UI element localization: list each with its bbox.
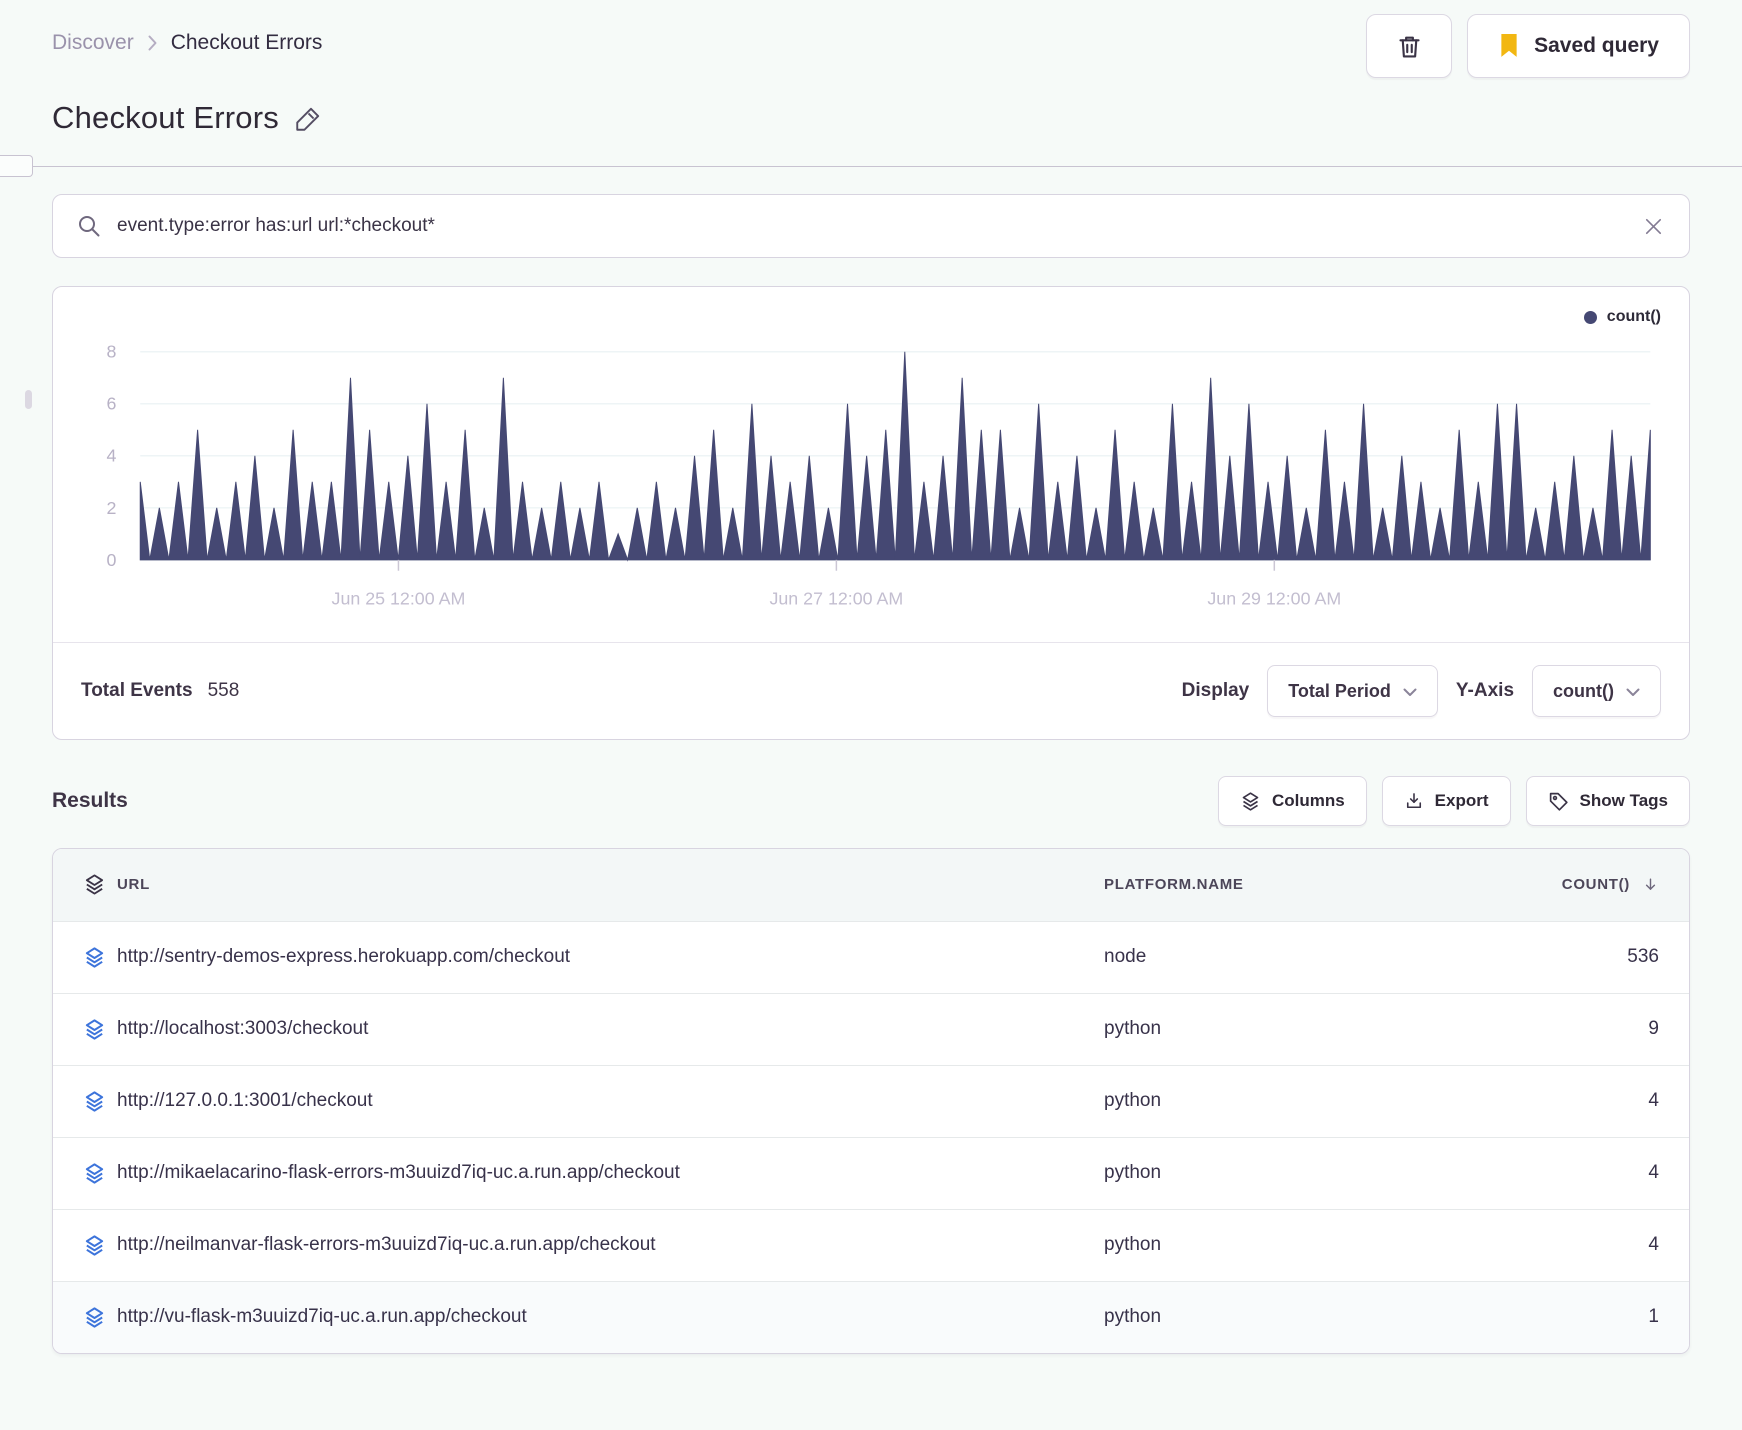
chevron-down-icon <box>1626 688 1640 697</box>
page-title: Checkout Errors <box>52 100 279 135</box>
trash-icon <box>1396 33 1423 60</box>
display-dropdown-value: Total Period <box>1288 680 1391 701</box>
results-header-row: Results Columns Export Show Tags <box>52 776 1690 827</box>
display-dropdown[interactable]: Total Period <box>1267 665 1438 718</box>
table-row: http://neilmanvar-flask-errors-m3uuizd7i… <box>53 1209 1689 1282</box>
column-header-platform[interactable]: PLATFORM.NAME <box>1104 849 1449 921</box>
scrollbar-pill[interactable] <box>25 390 32 409</box>
svg-text:8: 8 <box>107 342 117 362</box>
platform-cell: python <box>1104 1306 1162 1328</box>
table-header-row: URL PLATFORM.NAME COUNT() <box>53 849 1689 922</box>
column-header-url[interactable]: URL <box>117 849 1104 921</box>
count-cell: 536 <box>1627 946 1659 968</box>
delete-query-button[interactable] <box>1366 14 1453 78</box>
columns-button-label: Columns <box>1271 791 1345 811</box>
results-table-card: URL PLATFORM.NAME COUNT() http://sentry-… <box>52 848 1690 1355</box>
row-stack-icon[interactable] <box>83 1162 117 1185</box>
search-input[interactable] <box>117 215 1626 237</box>
breadcrumb-discover-link[interactable]: Discover <box>52 31 134 55</box>
stack-icon <box>1240 791 1261 812</box>
title-row: Checkout Errors <box>52 100 1690 136</box>
svg-text:6: 6 <box>107 394 117 414</box>
search-icon <box>77 214 101 238</box>
row-stack-icon[interactable] <box>83 1090 117 1113</box>
url-cell: http://sentry-demos-express.herokuapp.co… <box>117 946 571 968</box>
export-button-label: Export <box>1434 791 1489 811</box>
platform-cell: node <box>1104 946 1147 968</box>
breadcrumb: Discover Checkout Errors <box>52 31 322 55</box>
chart-legend: count() <box>53 287 1689 325</box>
row-stack-icon[interactable] <box>83 1234 117 1257</box>
table-row: http://mikaelacarino-flask-errors-m3uuiz… <box>53 1137 1689 1210</box>
edit-title-icon[interactable] <box>295 105 322 132</box>
sort-desc-icon <box>1642 876 1659 893</box>
platform-cell: python <box>1104 1162 1162 1184</box>
svg-text:0: 0 <box>107 550 117 570</box>
breadcrumb-current: Checkout Errors <box>170 31 323 54</box>
url-cell: http://mikaelacarino-flask-errors-m3uuiz… <box>117 1162 680 1184</box>
saved-query-label: Saved query <box>1534 34 1659 57</box>
clear-search-icon[interactable] <box>1642 215 1665 238</box>
count-cell: 1 <box>1648 1306 1659 1328</box>
total-events-value: 558 <box>207 680 240 702</box>
count-cell: 4 <box>1648 1234 1659 1256</box>
events-chart-card: count() 0 2 4 6 8 Jun 25 12:00 AM Jun 27 12:00… <box>52 286 1690 741</box>
svg-text:2: 2 <box>107 498 117 518</box>
url-cell: http://vu-flask-m3uuizd7iq-uc.a.run.app/… <box>117 1306 527 1328</box>
platform-cell: python <box>1104 1018 1162 1040</box>
chevron-right-icon <box>147 34 158 52</box>
bookmark-icon <box>1498 34 1520 58</box>
show-tags-button-label: Show Tags <box>1579 791 1668 811</box>
download-icon <box>1404 791 1424 811</box>
svg-text:Jun 27 12:00 AM: Jun 27 12:00 AM <box>769 588 903 608</box>
table-row: http://sentry-demos-express.herokuapp.co… <box>53 921 1689 994</box>
count-cell: 4 <box>1648 1162 1659 1184</box>
columns-button[interactable]: Columns <box>1217 776 1367 827</box>
total-events-label: Total Events <box>81 680 193 702</box>
svg-text:Jun 29 12:00 AM: Jun 29 12:00 AM <box>1207 588 1341 608</box>
total-events: Total Events 558 <box>81 680 239 702</box>
legend-label[interactable]: count() <box>1607 308 1661 326</box>
tag-icon <box>1548 791 1569 812</box>
count-cell: 4 <box>1648 1090 1659 1112</box>
legend-dot-icon <box>1583 310 1597 324</box>
platform-cell: python <box>1104 1090 1162 1112</box>
table-row: http://localhost:3003/checkout python 9 <box>53 993 1689 1066</box>
sidebar-collapse-handle[interactable] <box>0 155 33 177</box>
column-header-count[interactable]: COUNT() <box>1449 849 1689 921</box>
results-heading: Results <box>52 789 128 813</box>
events-spike-chart[interactable]: 0 2 4 6 8 Jun 25 12:00 AM Jun 27 12:00 AM Jun 2… <box>53 325 1689 642</box>
show-tags-button[interactable]: Show Tags <box>1525 776 1690 827</box>
section-divider <box>0 155 1742 177</box>
chart-footer: Total Events 558 Display Total Period Y-… <box>53 642 1689 739</box>
display-label: Display <box>1181 680 1250 702</box>
header-actions: Saved query <box>1366 14 1690 78</box>
row-stack-icon[interactable] <box>83 1018 117 1041</box>
table-row: http://127.0.0.1:3001/checkout python 4 <box>53 1065 1689 1138</box>
yaxis-dropdown[interactable]: count() <box>1532 665 1661 718</box>
yaxis-dropdown-value: count() <box>1553 680 1614 701</box>
saved-query-button[interactable]: Saved query <box>1467 14 1690 78</box>
search-bar <box>52 194 1690 258</box>
platform-cell: python <box>1104 1234 1162 1256</box>
header-icon-cell <box>53 849 117 921</box>
row-stack-icon[interactable] <box>83 946 117 969</box>
table-row: http://vu-flask-m3uuizd7iq-uc.a.run.app/… <box>53 1281 1689 1354</box>
results-table-body: http://sentry-demos-express.herokuapp.co… <box>53 921 1689 1354</box>
results-buttons: Columns Export Show Tags <box>1217 776 1690 827</box>
url-cell: http://127.0.0.1:3001/checkout <box>117 1090 373 1112</box>
yaxis-label: Y-Axis <box>1455 680 1515 702</box>
url-cell: http://localhost:3003/checkout <box>117 1018 369 1040</box>
stack-icon <box>83 873 117 896</box>
discover-page: Discover Checkout Errors Saved query Che… <box>0 0 1742 1430</box>
export-button[interactable]: Export <box>1381 776 1511 827</box>
url-cell: http://neilmanvar-flask-errors-m3uuizd7i… <box>117 1234 656 1256</box>
svg-text:4: 4 <box>107 446 117 466</box>
results-table: URL PLATFORM.NAME COUNT() http://sentry-… <box>53 849 1689 1354</box>
chevron-down-icon <box>1403 688 1417 697</box>
svg-text:Jun 25 12:00 AM: Jun 25 12:00 AM <box>332 588 466 608</box>
row-stack-icon[interactable] <box>83 1306 117 1329</box>
count-cell: 9 <box>1648 1018 1659 1040</box>
top-bar: Discover Checkout Errors Saved query <box>52 0 1690 78</box>
